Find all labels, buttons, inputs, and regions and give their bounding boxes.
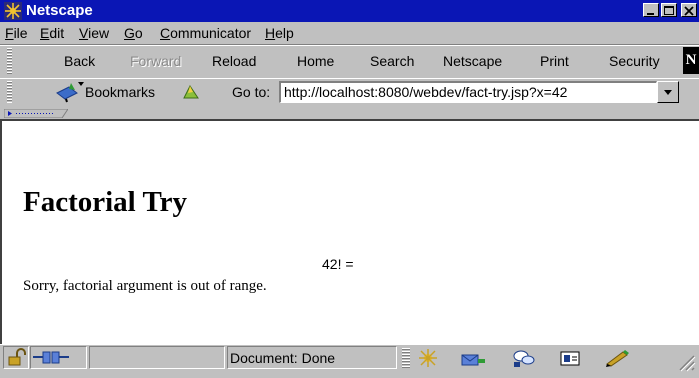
- print-button[interactable]: Print: [540, 52, 569, 70]
- mailbox-icon[interactable]: [458, 347, 488, 369]
- menu-file[interactable]: File: [5, 25, 28, 41]
- window-title: Netscape: [26, 2, 93, 19]
- progress-bar: [89, 346, 225, 369]
- composer-icon[interactable]: [603, 347, 633, 369]
- maximize-button[interactable]: [661, 3, 677, 17]
- location-url-field[interactable]: http://localhost:8080/webdev/fact-try.js…: [279, 81, 657, 103]
- security-button[interactable]: Security: [609, 52, 660, 70]
- minimize-icon: [647, 13, 654, 15]
- page-content[interactable]: [0, 119, 699, 344]
- address-book-icon[interactable]: [557, 347, 585, 369]
- minimize-button[interactable]: [643, 3, 659, 17]
- plug-icon: [33, 351, 69, 364]
- location-history-dropdown[interactable]: [657, 81, 679, 103]
- discussion-groups-icon[interactable]: [510, 347, 538, 369]
- bookmarks-dropdown-arrow: [78, 82, 84, 86]
- forward-button[interactable]: Forward: [130, 52, 181, 70]
- connection-indicator[interactable]: [30, 346, 87, 369]
- menu-help[interactable]: Help: [265, 25, 294, 41]
- close-button[interactable]: [681, 3, 697, 17]
- personal-toolbar-row: [0, 107, 699, 119]
- resize-grip-icon[interactable]: [674, 352, 696, 372]
- menu-go[interactable]: Go: [124, 25, 143, 41]
- page-proxy-icon[interactable]: [180, 82, 202, 102]
- netscape-app-icon: [4, 2, 22, 20]
- component-bar-grip[interactable]: [402, 348, 410, 368]
- netscape-logo[interactable]: N: [683, 47, 699, 74]
- factorial-result: 42! =: [322, 256, 354, 272]
- close-icon: [684, 6, 694, 16]
- collapsed-toolbar-tab[interactable]: [4, 109, 68, 118]
- bookmarks-button[interactable]: Bookmarks: [85, 84, 155, 100]
- netscape-button[interactable]: Netscape: [443, 52, 502, 70]
- page-heading: Factorial Try: [23, 186, 188, 218]
- reload-button[interactable]: Reload: [212, 52, 256, 70]
- menu-edit[interactable]: Edit: [40, 25, 64, 41]
- navigator-icon[interactable]: [414, 347, 442, 369]
- toolbar-grip[interactable]: [7, 48, 12, 74]
- chevron-down-icon: [664, 90, 672, 95]
- search-button[interactable]: Search: [370, 52, 414, 70]
- title-bar[interactable]: [0, 0, 699, 22]
- location-toolbar-grip[interactable]: [7, 81, 12, 103]
- navigation-toolbar: [0, 45, 699, 79]
- menu-view[interactable]: View: [79, 25, 109, 41]
- back-button[interactable]: Back: [64, 52, 95, 70]
- lock-icon: [8, 348, 26, 366]
- home-button[interactable]: Home: [297, 52, 334, 70]
- security-lock-indicator[interactable]: [3, 346, 29, 369]
- error-message: Sorry, factorial argument is out of rang…: [23, 278, 267, 294]
- maximize-icon: [664, 6, 674, 15]
- status-message: Document: Done: [230, 350, 336, 366]
- go-to-label: Go to:: [232, 84, 271, 100]
- menu-communicator[interactable]: Communicator: [160, 25, 251, 41]
